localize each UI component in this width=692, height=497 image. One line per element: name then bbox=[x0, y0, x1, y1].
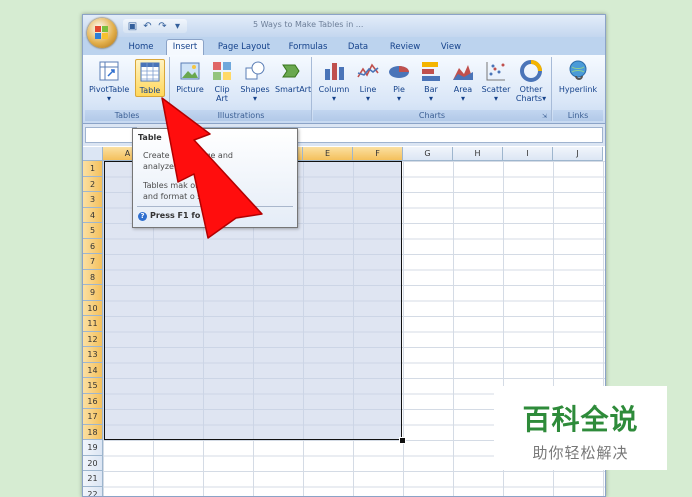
column-header-i[interactable]: I bbox=[503, 147, 553, 161]
area-chart-icon bbox=[451, 59, 475, 83]
column-chart-button[interactable]: Column▾ bbox=[317, 59, 351, 103]
picture-icon bbox=[178, 59, 202, 83]
bar-chart-button[interactable]: Bar▾ bbox=[417, 59, 445, 103]
shapes-label: Shapes bbox=[240, 85, 269, 94]
office-button[interactable] bbox=[87, 18, 117, 48]
hyperlink-icon bbox=[566, 59, 590, 83]
column-chart-icon bbox=[322, 59, 346, 83]
watermark-main: 百科全说 bbox=[494, 398, 667, 438]
tab-data[interactable]: Data bbox=[343, 40, 373, 55]
row-header-10[interactable]: 10 bbox=[83, 301, 103, 317]
pie-chart-button[interactable]: Pie▾ bbox=[385, 59, 413, 103]
row-header-12[interactable]: 12 bbox=[83, 332, 103, 348]
group-label-links: Links bbox=[553, 110, 603, 121]
table-button[interactable]: Table bbox=[135, 59, 165, 97]
title-bar: ▣ ↶ ↷ ▾ 5 Ways to Make Tables in ... bbox=[83, 15, 605, 37]
column-header-f[interactable]: F bbox=[353, 147, 403, 161]
pivottable-label: PivotTable bbox=[89, 85, 129, 94]
row-header-20[interactable]: 20 bbox=[83, 456, 103, 472]
row-header-3[interactable]: 3 bbox=[83, 192, 103, 208]
shapes-icon bbox=[243, 59, 267, 83]
scatter-chart-icon bbox=[484, 59, 508, 83]
row-header-5[interactable]: 5 bbox=[83, 223, 103, 239]
other-charts-label-1: Other bbox=[520, 85, 543, 94]
group-label-charts: Charts bbox=[313, 110, 551, 121]
save-icon[interactable]: ▣ bbox=[127, 21, 138, 32]
hyperlink-label: Hyperlink bbox=[559, 85, 597, 94]
row-header-18[interactable]: 18 bbox=[83, 425, 103, 441]
column-label: Column bbox=[319, 85, 350, 94]
picture-button[interactable]: Picture bbox=[175, 59, 205, 94]
line-chart-icon bbox=[356, 59, 380, 83]
column-header-j[interactable]: J bbox=[553, 147, 603, 161]
group-links: Hyperlink Links bbox=[553, 57, 603, 121]
group-charts: Column▾ Line▾ Pie▾ Bar▾ bbox=[313, 57, 552, 121]
column-header-g[interactable]: G bbox=[403, 147, 453, 161]
tab-review[interactable]: Review bbox=[383, 40, 427, 55]
scatter-label: Scatter bbox=[482, 85, 511, 94]
table-icon bbox=[138, 60, 162, 84]
row-header-22[interactable]: 22 bbox=[83, 487, 103, 497]
smartart-icon bbox=[280, 59, 304, 83]
row-header-8[interactable]: 8 bbox=[83, 270, 103, 286]
pie-label: Pie bbox=[393, 85, 405, 94]
smartart-button[interactable]: SmartArt bbox=[275, 59, 309, 94]
tab-page-layout[interactable]: Page Layout bbox=[213, 40, 275, 55]
row-header-4[interactable]: 4 bbox=[83, 208, 103, 224]
redo-icon[interactable]: ↷ bbox=[157, 21, 168, 32]
row-header-6[interactable]: 6 bbox=[83, 239, 103, 255]
other-charts-label-2: Charts bbox=[516, 94, 542, 103]
row-header-19[interactable]: 19 bbox=[83, 440, 103, 456]
office-logo-icon bbox=[95, 26, 109, 40]
row-header-21[interactable]: 21 bbox=[83, 471, 103, 487]
line-chart-button[interactable]: Line▾ bbox=[355, 59, 381, 103]
smartart-label: SmartArt bbox=[275, 85, 311, 94]
row-header-16[interactable]: 16 bbox=[83, 394, 103, 410]
tab-view[interactable]: View bbox=[435, 40, 467, 55]
charts-dialog-launcher-icon[interactable]: ⇲ bbox=[542, 113, 549, 120]
fill-handle[interactable] bbox=[399, 437, 406, 444]
pie-chart-icon bbox=[387, 59, 411, 83]
clip-art-icon bbox=[210, 59, 234, 83]
picture-label: Picture bbox=[176, 85, 204, 94]
quick-access-toolbar: ▣ ↶ ↷ ▾ bbox=[123, 19, 187, 33]
row-header-1[interactable]: 1 bbox=[83, 161, 103, 177]
column-header-e[interactable]: E bbox=[303, 147, 353, 161]
row-header-13[interactable]: 13 bbox=[83, 347, 103, 363]
column-header-h[interactable]: H bbox=[453, 147, 503, 161]
line-label: Line bbox=[360, 85, 377, 94]
tab-home[interactable]: Home bbox=[123, 40, 159, 55]
other-charts-icon bbox=[519, 59, 543, 83]
window-title: 5 Ways to Make Tables in ... bbox=[253, 20, 363, 29]
help-icon: ? bbox=[138, 212, 147, 221]
bar-label: Bar bbox=[424, 85, 438, 94]
row-header-14[interactable]: 14 bbox=[83, 363, 103, 379]
pivottable-button[interactable]: PivotTable▾ bbox=[89, 59, 129, 103]
tab-formulas[interactable]: Formulas bbox=[285, 40, 331, 55]
row-header-15[interactable]: 15 bbox=[83, 378, 103, 394]
row-header-7[interactable]: 7 bbox=[83, 254, 103, 270]
select-all-corner[interactable] bbox=[83, 147, 103, 161]
row-header-17[interactable]: 17 bbox=[83, 409, 103, 425]
undo-icon[interactable]: ↶ bbox=[142, 21, 153, 32]
customize-dropdown-icon[interactable]: ▾ bbox=[172, 21, 183, 32]
hyperlink-button[interactable]: Hyperlink bbox=[557, 59, 599, 94]
pivottable-icon bbox=[97, 59, 121, 83]
bar-chart-icon bbox=[419, 59, 443, 83]
row-header-2[interactable]: 2 bbox=[83, 177, 103, 193]
red-arrow-annotation bbox=[150, 96, 270, 246]
area-chart-button[interactable]: Area▾ bbox=[449, 59, 477, 103]
table-label: Table bbox=[140, 86, 161, 95]
scatter-chart-button[interactable]: Scatter▾ bbox=[479, 59, 513, 103]
row-header-11[interactable]: 11 bbox=[83, 316, 103, 332]
watermark: 百科全说 助你轻松解决 bbox=[494, 386, 667, 470]
area-label: Area bbox=[454, 85, 472, 94]
other-charts-button[interactable]: Other Charts▾ bbox=[515, 59, 547, 103]
watermark-sub: 助你轻松解决 bbox=[494, 442, 667, 463]
tab-insert[interactable]: Insert bbox=[166, 39, 204, 55]
name-box[interactable] bbox=[85, 127, 137, 143]
row-header-9[interactable]: 9 bbox=[83, 285, 103, 301]
ribbon-tabs: Home Insert Page Layout Formulas Data Re… bbox=[83, 37, 605, 55]
clip-art-label-1: Clip bbox=[214, 85, 229, 94]
